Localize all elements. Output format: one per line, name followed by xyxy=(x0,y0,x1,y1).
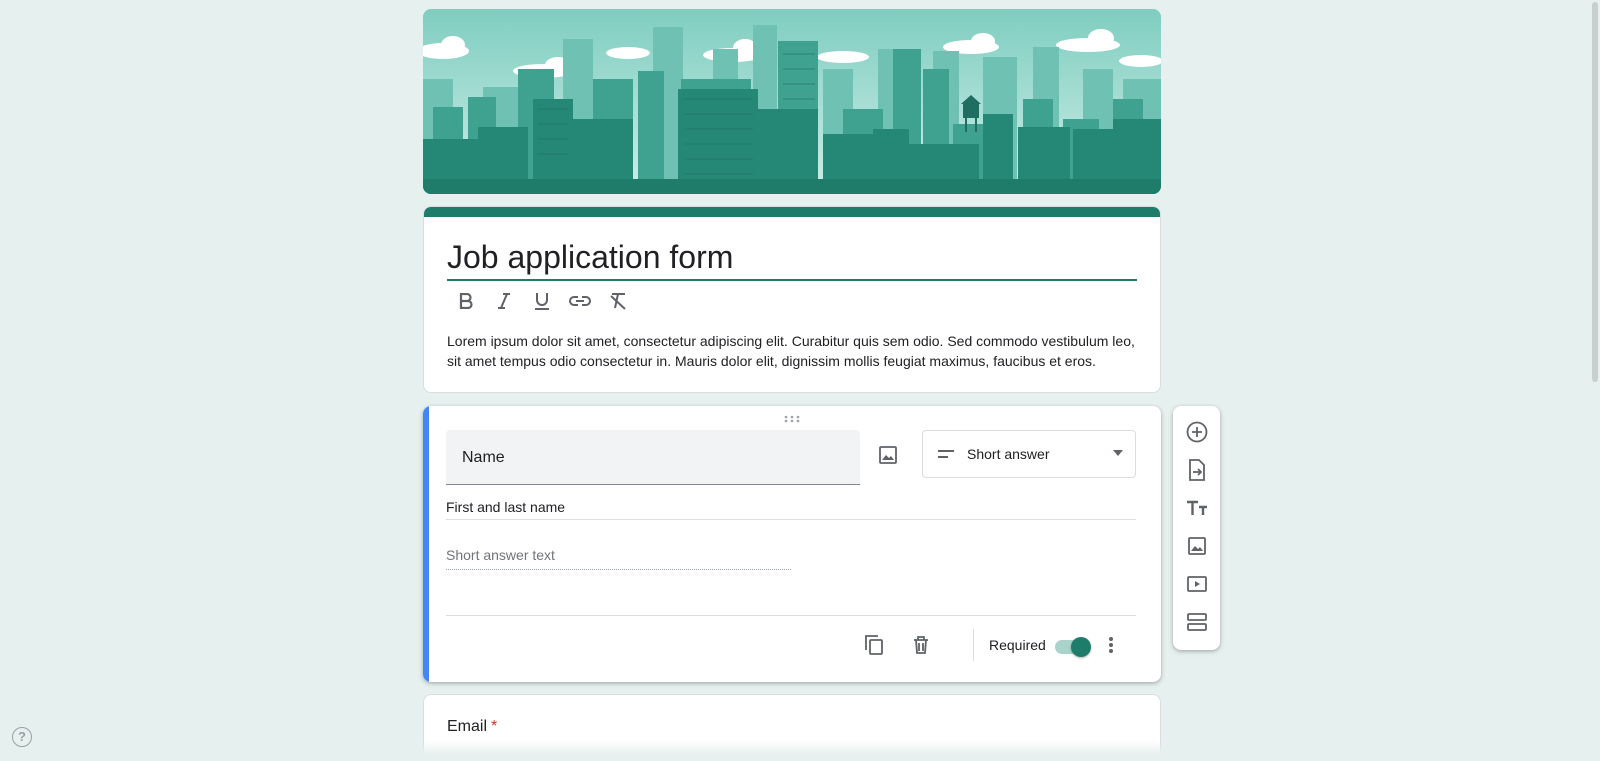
form-description[interactable]: Lorem ipsum dolor sit amet, consectetur … xyxy=(447,331,1147,371)
bottom-fade xyxy=(0,741,1600,761)
drag-handle-icon[interactable] xyxy=(780,413,804,425)
add-title-icon[interactable] xyxy=(1185,495,1209,520)
italic-icon[interactable] xyxy=(492,289,516,313)
underline-icon[interactable] xyxy=(530,289,554,313)
floating-toolbar xyxy=(1173,406,1220,650)
divider xyxy=(446,615,1136,616)
scrollbar[interactable] xyxy=(1590,0,1600,761)
add-section-icon[interactable] xyxy=(1185,609,1209,634)
required-asterisk: * xyxy=(491,718,498,735)
duplicate-icon[interactable] xyxy=(861,632,887,658)
delete-icon[interactable] xyxy=(908,632,934,658)
link-icon[interactable] xyxy=(568,289,592,313)
answer-placeholder: Short answer text xyxy=(446,546,791,570)
form-title-input[interactable]: Job application form xyxy=(447,237,1137,281)
add-image-icon[interactable] xyxy=(1185,533,1209,558)
bold-icon[interactable] xyxy=(454,289,478,313)
required-toggle[interactable] xyxy=(1055,636,1091,657)
clear-format-icon[interactable] xyxy=(606,289,630,313)
footer-separator xyxy=(973,629,974,661)
more-options-icon[interactable] xyxy=(1099,632,1123,658)
question-description-input[interactable]: First and last name xyxy=(446,498,1136,520)
question-title: Email * xyxy=(447,718,498,735)
form-header-card: Job application form Lorem ipsum dolor s… xyxy=(423,206,1161,393)
short-answer-icon xyxy=(938,450,954,458)
city-skyline-illustration xyxy=(423,9,1161,194)
question-title-input[interactable]: Name xyxy=(446,430,860,485)
import-questions-icon[interactable] xyxy=(1185,457,1209,482)
active-question-indicator xyxy=(423,406,429,682)
add-image-icon[interactable] xyxy=(875,442,901,468)
add-question-icon[interactable] xyxy=(1185,419,1209,444)
question-type-dropdown[interactable]: Short answer xyxy=(922,430,1136,478)
chevron-down-icon xyxy=(1113,450,1123,456)
help-icon[interactable]: ? xyxy=(12,727,32,747)
question-card[interactable]: Name Short answer First and last name Sh… xyxy=(423,406,1161,682)
add-video-icon[interactable] xyxy=(1185,571,1209,596)
format-toolbar xyxy=(454,289,630,313)
required-label: Required xyxy=(989,637,1046,653)
header-banner xyxy=(423,9,1161,194)
theme-color-bar xyxy=(424,207,1160,217)
question-type-label: Short answer xyxy=(967,446,1050,462)
